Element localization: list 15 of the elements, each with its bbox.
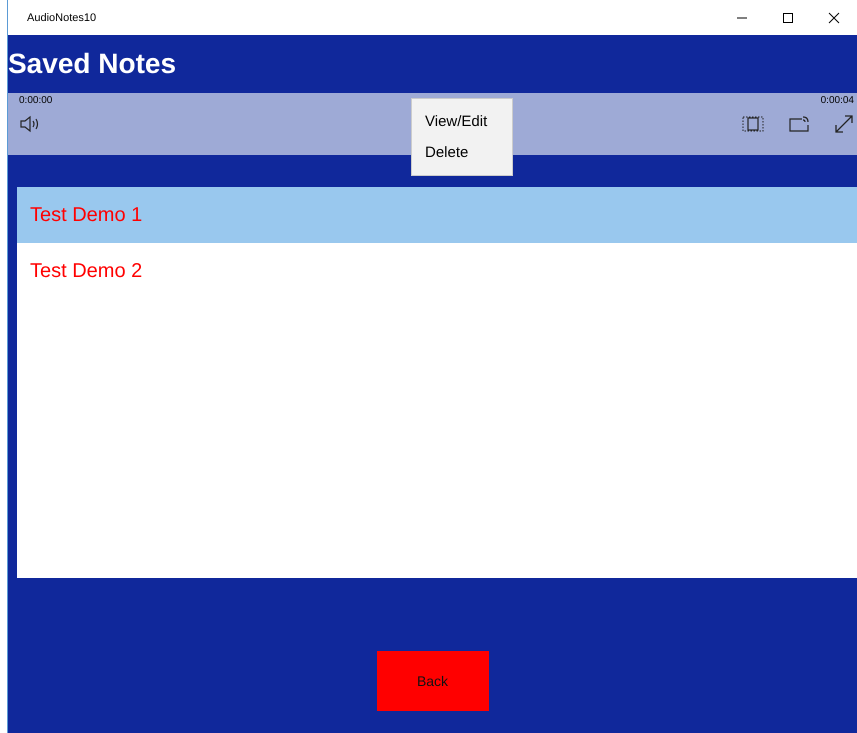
menu-item[interactable]: Delete: [412, 137, 512, 168]
menu-item[interactable]: View/Edit: [412, 106, 512, 137]
fullscreen-icon[interactable]: [834, 114, 854, 134]
page-title: Saved Notes: [8, 48, 176, 80]
close-icon: [828, 12, 840, 24]
elapsed-time: 0:00:00: [19, 95, 52, 106]
total-time: 0:00:04: [820, 95, 854, 106]
minimize-icon: [737, 16, 747, 18]
maximize-icon: [782, 12, 794, 24]
note-item[interactable]: Test Demo 2: [17, 243, 857, 299]
back-button[interactable]: Back: [376, 651, 488, 711]
aspect-ratio-icon[interactable]: [742, 116, 764, 132]
window-title: AudioNotes10: [27, 12, 96, 24]
volume-icon[interactable]: [19, 115, 41, 133]
cast-icon[interactable]: [788, 115, 810, 133]
